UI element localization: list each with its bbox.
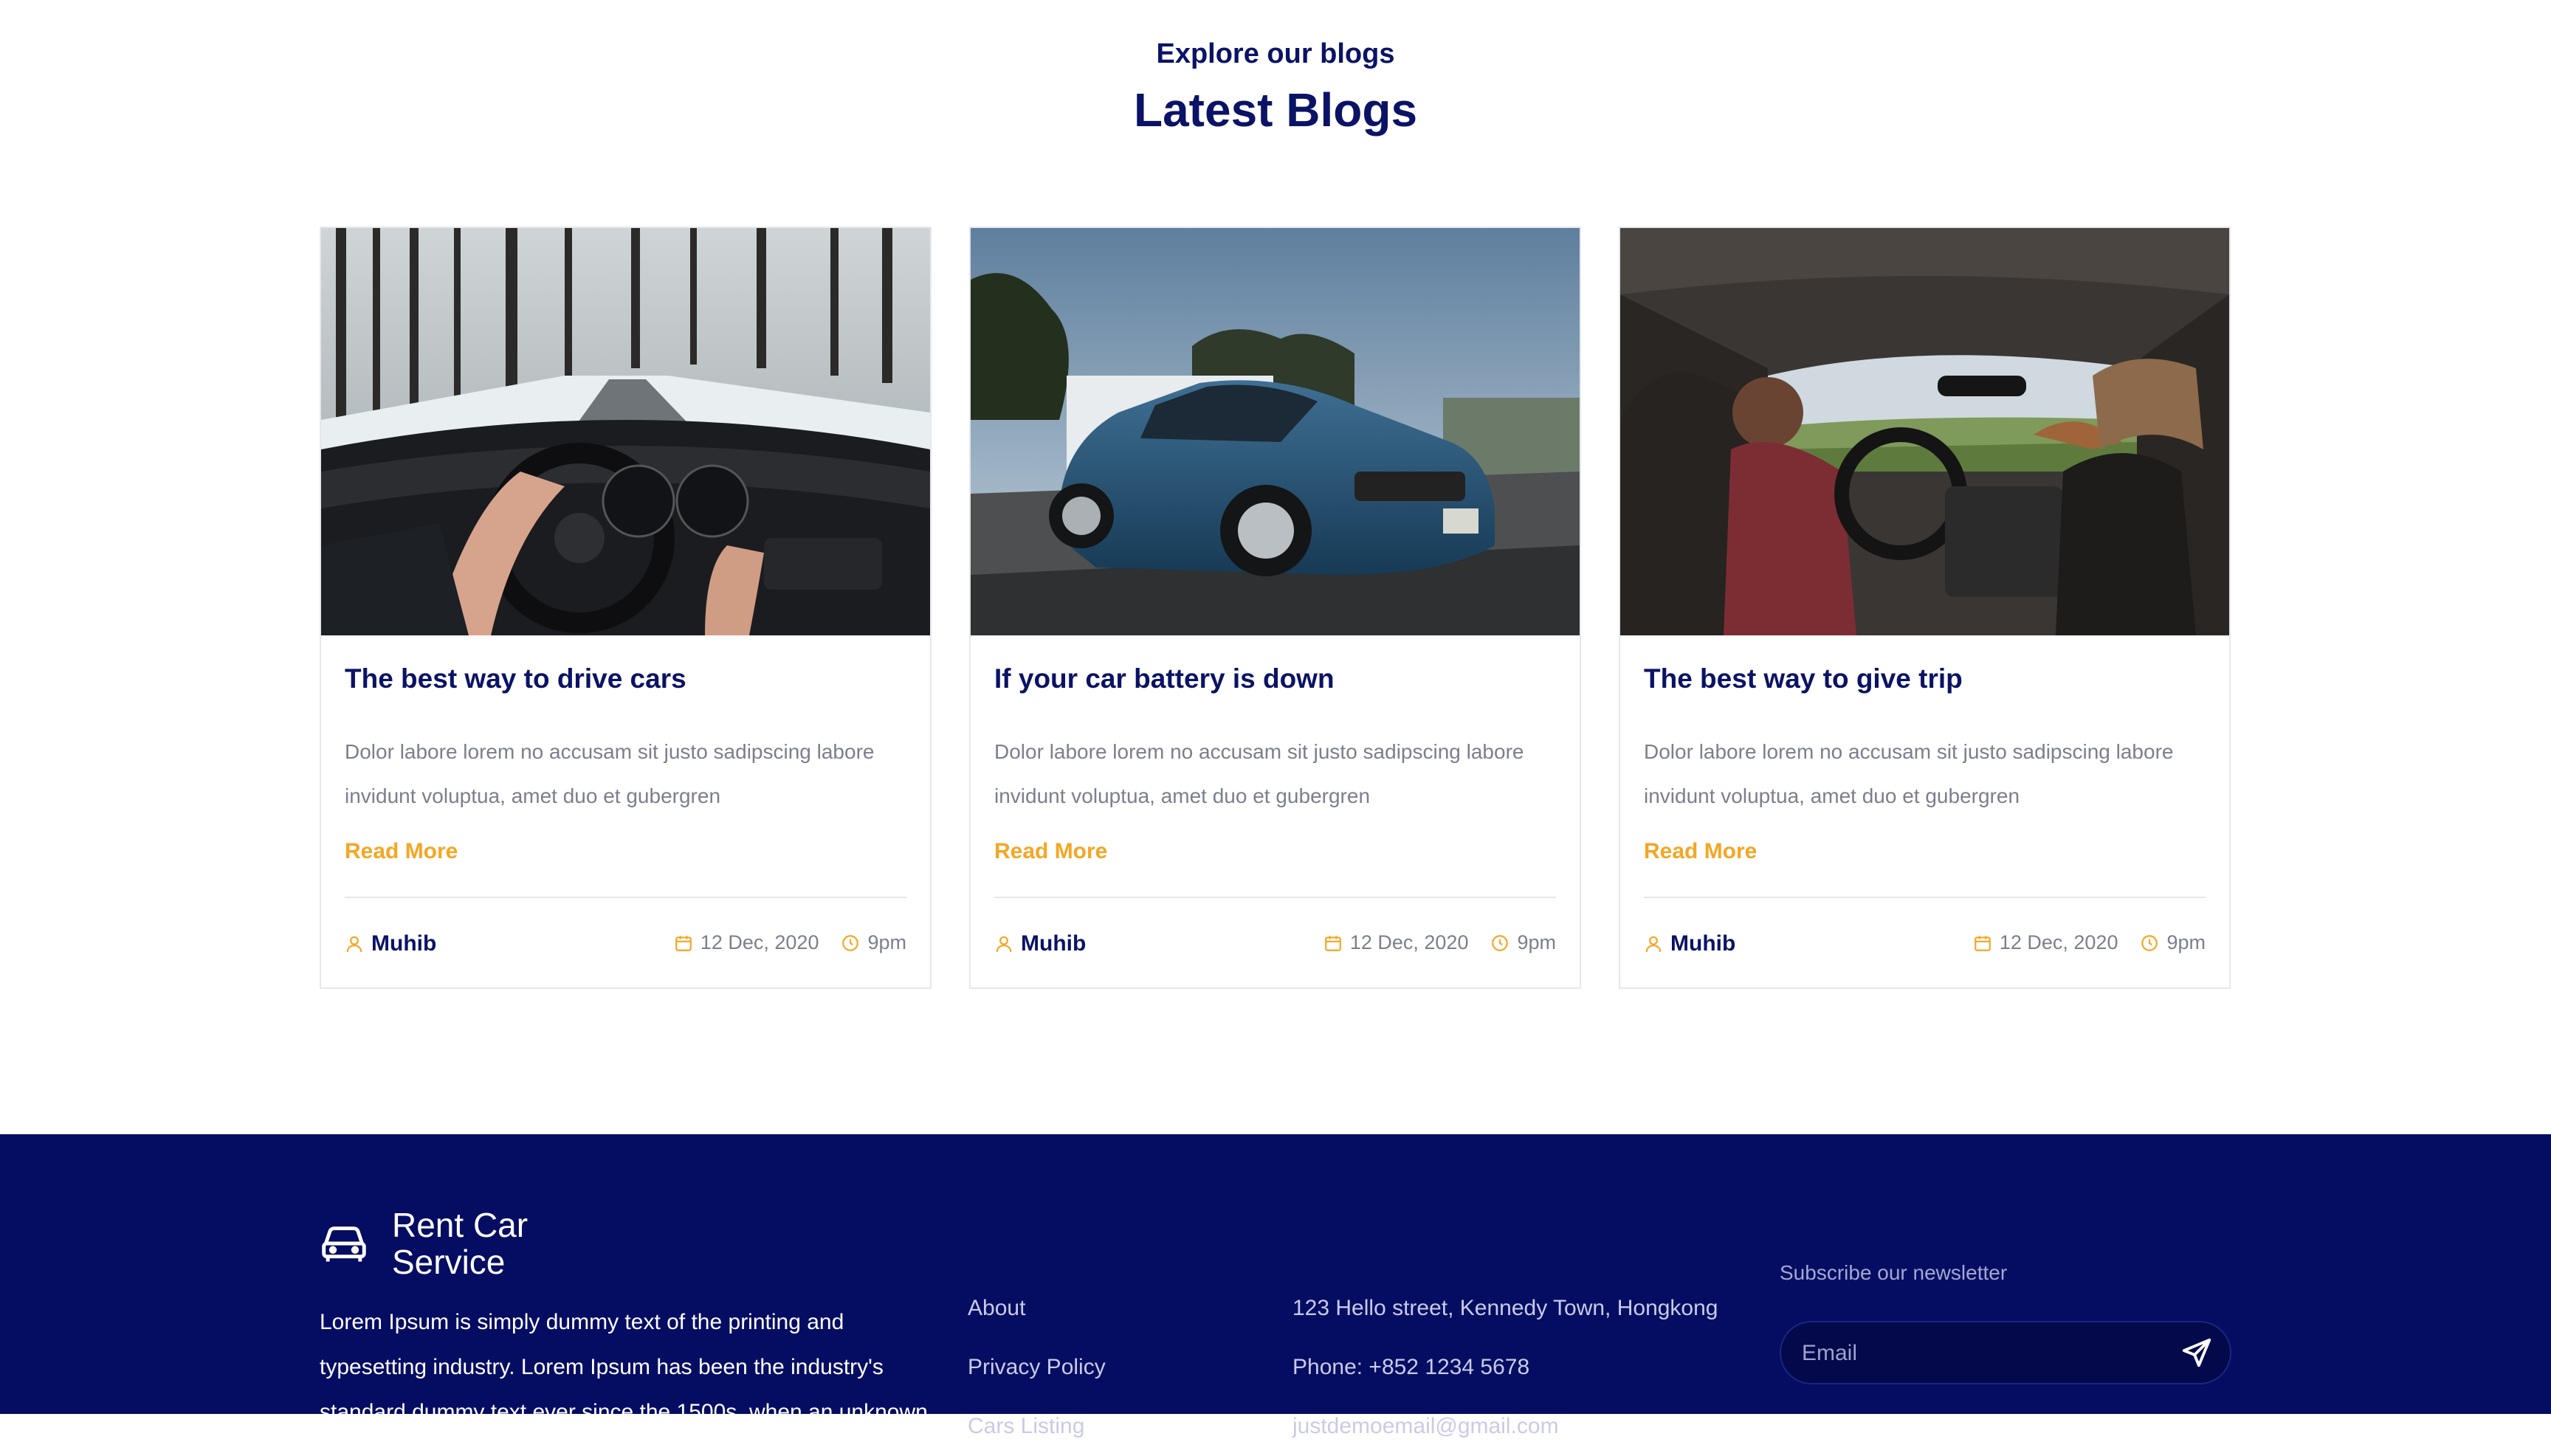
footer-contact: 123 Hello street, Kennedy Town, Hongkong… xyxy=(1292,1279,1718,1456)
blog-title[interactable]: If your car battery is down xyxy=(994,663,1335,694)
post-date: 12 Dec, 2020 xyxy=(1999,931,2118,953)
post-date: 12 Dec, 2020 xyxy=(700,931,819,953)
blog-card: The best way to give trip Dolor labore l… xyxy=(1619,227,2231,989)
brand-name: Rent Car Service xyxy=(392,1206,529,1281)
send-icon[interactable] xyxy=(2180,1336,2214,1370)
user-icon xyxy=(346,936,362,952)
blog-meta: Muhib 12 Dec, 2020 9pm xyxy=(1644,931,2206,961)
blog-meta: Muhib 12 Dec, 2020 9pm xyxy=(994,931,1556,961)
calendar-icon xyxy=(1325,935,1341,951)
user-icon xyxy=(996,936,1012,952)
blog-excerpt: Dolor labore lorem no accusam sit justo … xyxy=(345,740,875,807)
read-more-link[interactable]: Read More xyxy=(1644,839,1757,864)
section-eyebrow: Explore our blogs xyxy=(1156,38,1395,69)
post-time: 9pm xyxy=(2166,931,2206,953)
calendar-icon xyxy=(1975,935,1991,951)
blog-excerpt: Dolor labore lorem no accusam sit justo … xyxy=(1644,740,2174,807)
site-footer: Rent Car Service Lorem Ipsum is simply d… xyxy=(0,1134,2551,1438)
blogs-section: Explore our blogs Latest Blogs The best … xyxy=(0,0,2551,1134)
read-more-link[interactable]: Read More xyxy=(345,839,458,864)
footer-about-text: Lorem Ipsum is simply dummy text of the … xyxy=(320,1310,928,1424)
blog-excerpt: Dolor labore lorem no accusam sit justo … xyxy=(994,740,1524,807)
section-heading: Latest Blogs xyxy=(1133,83,1418,137)
newsletter-email-input[interactable] xyxy=(1800,1322,2172,1384)
post-date: 12 Dec, 2020 xyxy=(1349,931,1469,953)
blog-card: If your car battery is down Dolor labore… xyxy=(969,227,1581,989)
blog-image-blue-hatchback[interactable] xyxy=(971,228,1580,635)
blog-card: The best way to drive cars Dolor labore … xyxy=(320,227,932,989)
clock-icon xyxy=(842,934,859,951)
post-time: 9pm xyxy=(1517,931,1556,953)
blog-title[interactable]: The best way to drive cars xyxy=(345,663,686,694)
user-icon xyxy=(1645,936,1662,952)
footer-link-privacy-policy[interactable]: Privacy Policy xyxy=(968,1338,1106,1397)
contact-email[interactable]: justdemoemail@gmail.com xyxy=(1292,1397,1718,1456)
read-more-link[interactable]: Read More xyxy=(994,839,1107,864)
author[interactable]: Muhib xyxy=(345,931,436,956)
author-name: Muhib xyxy=(1021,931,1087,956)
author[interactable]: Muhib xyxy=(1644,931,1735,956)
author[interactable]: Muhib xyxy=(994,931,1086,956)
blog-meta: Muhib 12 Dec, 2020 9pm xyxy=(345,931,906,961)
card-divider xyxy=(345,897,906,898)
footer-link-about[interactable]: About xyxy=(968,1279,1106,1338)
blog-title[interactable]: The best way to give trip xyxy=(1644,663,1963,694)
footer-link-cars-listing[interactable]: Cars Listing xyxy=(968,1397,1106,1456)
footer-brand[interactable]: Rent Car Service xyxy=(320,1207,540,1280)
clock-icon xyxy=(2141,934,2158,951)
card-divider xyxy=(1644,897,2206,898)
blog-image-road-trip[interactable] xyxy=(1620,228,2229,635)
footer-links: About Privacy Policy Cars Listing xyxy=(968,1279,1106,1456)
author-name: Muhib xyxy=(371,931,437,956)
car-icon xyxy=(322,1226,366,1262)
newsletter-label: Subscribe our newsletter xyxy=(1780,1261,2008,1284)
card-divider xyxy=(994,897,1556,898)
contact-phone: Phone: +852 1234 5678 xyxy=(1292,1355,1530,1379)
post-time: 9pm xyxy=(867,931,906,953)
calendar-icon xyxy=(675,935,692,951)
contact-address: 123 Hello street, Kennedy Town, Hongkong xyxy=(1292,1296,1718,1320)
clock-icon xyxy=(1492,934,1509,951)
author-name: Muhib xyxy=(1670,931,1736,956)
blog-image-driving-winter[interactable] xyxy=(321,228,930,635)
newsletter-form xyxy=(1780,1321,2231,1384)
